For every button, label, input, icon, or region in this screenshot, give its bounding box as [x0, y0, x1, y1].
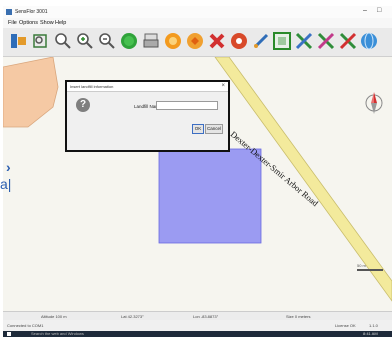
dialog-title: Insert landfill information [70, 84, 114, 89]
maximize-button[interactable]: □ [377, 7, 381, 14]
menu-show[interactable]: Show [40, 20, 54, 26]
title-bar: SensFlor 3001 – □ [3, 6, 392, 18]
close-icon[interactable]: × [221, 83, 225, 89]
lon-readout: Lon -83.8873° [193, 314, 219, 319]
grid-icon[interactable] [272, 31, 292, 51]
menu-options[interactable]: Options [19, 20, 38, 26]
grid-export-icon[interactable] [294, 31, 314, 51]
zoom-extent-icon[interactable] [31, 31, 51, 51]
add-point-icon[interactable] [185, 31, 205, 51]
scale-line [357, 269, 383, 271]
scale-bar: 50 m [357, 263, 385, 271]
compass-icon [365, 92, 383, 114]
landfill-dialog: Insert landfill information × ? Landfill… [65, 80, 230, 152]
landfill-name-input[interactable] [156, 101, 218, 110]
ok-button[interactable]: OK [192, 124, 204, 134]
draw-icon[interactable] [251, 31, 271, 51]
lat-readout: Lat 42.3273° [121, 314, 144, 319]
rate-icon[interactable] [163, 31, 183, 51]
cancel-button[interactable]: Cancel [205, 124, 223, 134]
globe-icon[interactable] [359, 31, 379, 51]
connection-bar: Connected to COM1 License OK 1.1.0 [3, 320, 392, 331]
license-status: License OK [335, 323, 356, 328]
connection-status: Connected to COM1 [7, 323, 44, 328]
zoom-area-icon[interactable] [75, 31, 95, 51]
delete-icon[interactable] [207, 31, 227, 51]
question-icon: ? [76, 98, 90, 112]
app-window: SensFlor 3001 – □ File Options Show Help [3, 6, 392, 331]
windows-taskbar: Search the web and Windows 8:41 AM [3, 331, 392, 337]
menu-bar: File Options Show Help [3, 18, 392, 28]
dialog-title-bar: Insert landfill information × [67, 82, 228, 92]
grid-color-icon[interactable] [316, 31, 336, 51]
upload-icon[interactable] [9, 31, 29, 51]
toolbar [3, 28, 392, 57]
selected-square [158, 148, 262, 244]
start-icon[interactable] [119, 31, 139, 51]
zoom-out-icon[interactable] [97, 31, 117, 51]
version-text: 1.1.0 [369, 323, 378, 328]
minimize-button[interactable]: – [363, 7, 367, 14]
taskbar-search[interactable]: Search the web and Windows [31, 331, 84, 336]
size-readout: Size 0 meters [286, 314, 311, 319]
window-title: SensFlor 3001 [15, 9, 48, 15]
print-icon[interactable] [141, 31, 161, 51]
locate-icon[interactable] [229, 31, 249, 51]
chevron-right-icon[interactable]: › [6, 159, 11, 175]
menu-help[interactable]: Help [55, 20, 66, 26]
menu-file[interactable]: File [8, 20, 17, 26]
taskbar-clock: 8:41 AM [363, 331, 378, 336]
parcel-shape [3, 57, 59, 128]
altitude-readout: Altitude 100 m [41, 314, 67, 319]
left-edge-label: a| [0, 176, 12, 192]
scale-text: 50 m [357, 263, 366, 268]
map-layer-icon[interactable] [338, 31, 358, 51]
app-icon [6, 9, 12, 15]
zoom-in-icon[interactable] [53, 31, 73, 51]
windows-start-icon[interactable] [7, 332, 11, 336]
